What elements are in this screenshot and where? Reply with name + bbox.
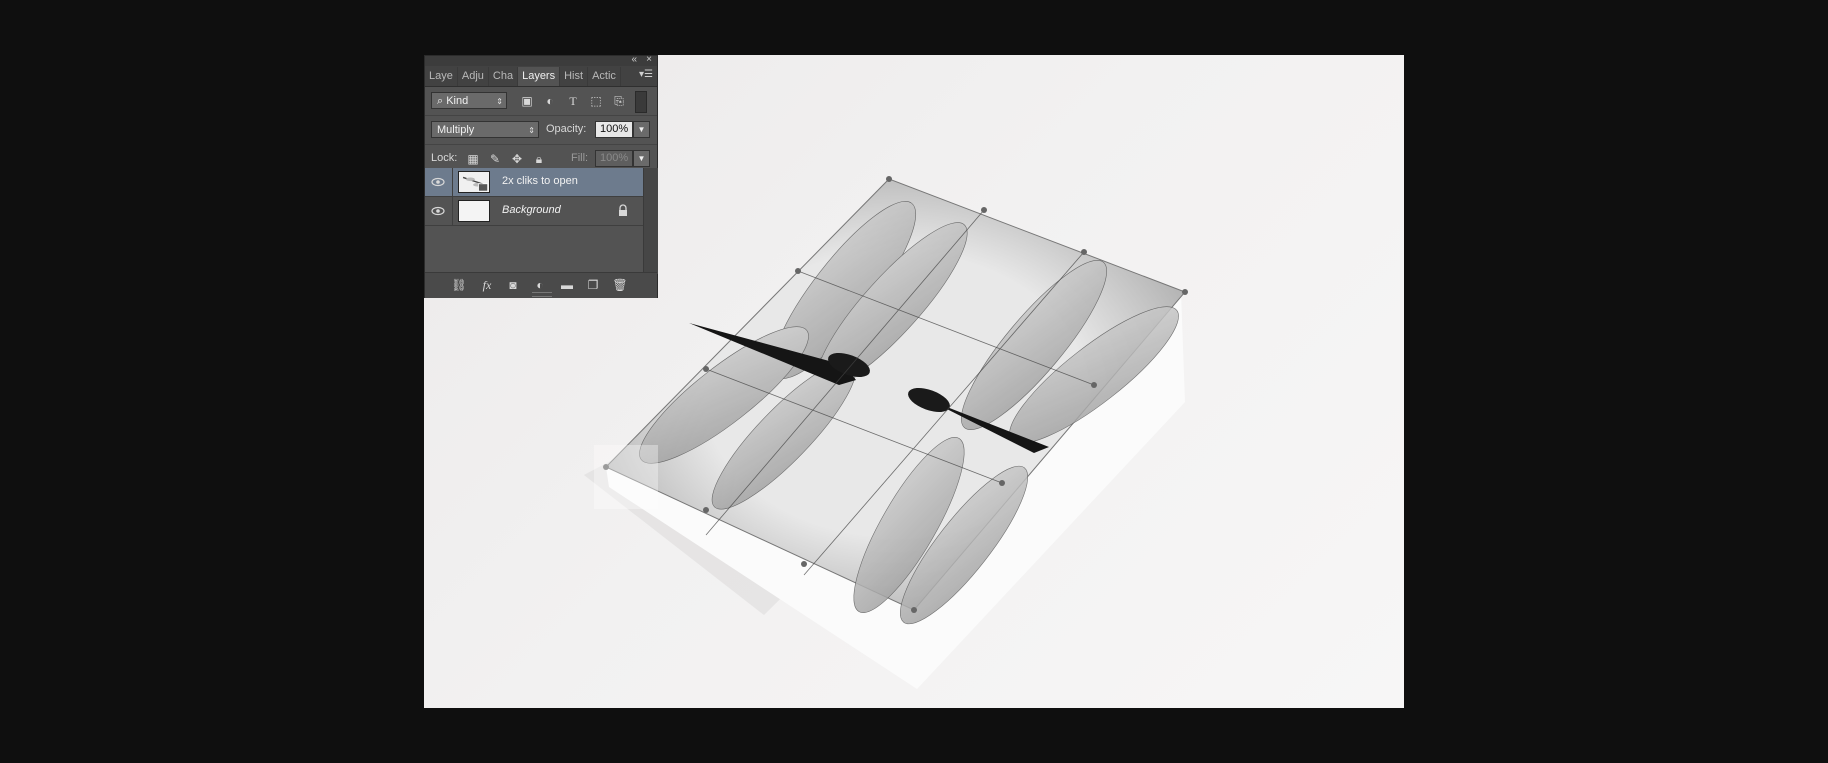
type-filter-icon[interactable]: T xyxy=(565,93,581,109)
tab-layers[interactable]: Layers xyxy=(518,67,561,86)
layers-panel: « × Laye Adju Cha Layers Hist Actic ▾☰ ⌕… xyxy=(424,54,658,298)
layer-row-smart-object[interactable]: 2x cliks to open xyxy=(425,168,643,197)
new-group-icon[interactable]: ▬ xyxy=(559,277,575,293)
new-layer-icon[interactable]: ❐ xyxy=(585,277,601,293)
lock-label: Lock: xyxy=(431,152,458,164)
blend-mode-select[interactable]: Multiply ⇕ xyxy=(431,121,539,138)
layer-list: 2x cliks to open Background xyxy=(425,168,643,274)
layer-style-fx-icon[interactable]: fx xyxy=(479,277,495,293)
panel-titlebar: « × xyxy=(425,54,657,66)
tab-adjustments[interactable]: Adju xyxy=(458,67,489,86)
tab-actions[interactable]: Actic xyxy=(588,67,621,86)
delete-layer-icon[interactable]: 🗑︎ xyxy=(612,277,628,293)
chevron-updown-icon: ⇕ xyxy=(496,97,503,106)
chevron-updown-icon: ⇕ xyxy=(528,126,535,135)
lock-position-icon[interactable]: ✥ xyxy=(509,151,525,167)
fill-label: Fill: xyxy=(571,152,589,164)
smart-object-badge-icon xyxy=(478,183,488,192)
filter-kind-label: Kind xyxy=(446,95,469,107)
opacity-field[interactable]: 100% xyxy=(595,121,633,138)
shape-filter-icon[interactable]: ⬚ xyxy=(588,93,604,109)
adjustment-filter-icon[interactable]: ◐ xyxy=(542,93,558,109)
lock-icon xyxy=(619,204,627,216)
layer-list-scrollbar[interactable] xyxy=(643,168,658,274)
close-panel-icon[interactable]: × xyxy=(646,54,652,65)
resize-grip[interactable] xyxy=(532,292,552,297)
tab-history[interactable]: Hist xyxy=(560,67,589,86)
layer-filter-row: ⌕ Kind ⇕ ▣ ◐ T ⬚ ⎘ xyxy=(425,87,657,116)
search-icon: ⌕ xyxy=(437,95,447,107)
tab-layer-comps[interactable]: Laye xyxy=(425,67,458,86)
add-mask-icon[interactable]: ◙ xyxy=(505,277,521,293)
panel-footer: ⛓ fx ◙ ◐ ▬ ❐ 🗑︎ xyxy=(425,272,657,298)
link-layers-icon[interactable]: ⛓ xyxy=(451,277,467,293)
layer-row-background[interactable]: Background xyxy=(425,197,643,226)
blend-row: Multiply ⇕ Opacity: 100% ▼ xyxy=(425,116,657,145)
fill-dropdown-button[interactable]: ▼ xyxy=(633,150,650,167)
new-adjustment-icon[interactable]: ◐ xyxy=(532,277,548,293)
panel-menu-icon[interactable]: ▾☰ xyxy=(639,69,653,80)
layer-thumbnail xyxy=(458,200,490,222)
fill-field[interactable]: 100% xyxy=(595,150,633,167)
layer-name[interactable]: 2x cliks to open xyxy=(502,175,578,187)
visibility-eye-icon[interactable] xyxy=(431,205,445,217)
opacity-label: Opacity: xyxy=(546,123,587,135)
opacity-dropdown-button[interactable]: ▼ xyxy=(633,121,650,138)
lock-transparent-pixels-icon[interactable]: ▦ xyxy=(465,151,481,167)
tab-channels[interactable]: Cha xyxy=(489,67,519,86)
visibility-eye-icon[interactable] xyxy=(431,176,445,188)
lock-all-icon[interactable]: 🔒︎ xyxy=(531,151,547,167)
image-filter-icon[interactable]: ▣ xyxy=(519,93,535,109)
collapse-icon[interactable]: « xyxy=(631,54,637,65)
panel-tabs: Laye Adju Cha Layers Hist Actic ▾☰ xyxy=(425,66,657,87)
smart-object-filter-icon[interactable]: ⎘ xyxy=(611,93,627,109)
lock-image-pixels-icon[interactable]: ✎ xyxy=(487,151,503,167)
filter-kind-select[interactable]: ⌕ Kind ⇕ xyxy=(431,92,507,109)
layer-name[interactable]: Background xyxy=(502,204,561,216)
layer-thumbnail xyxy=(458,171,490,193)
blend-mode-label: Multiply xyxy=(437,124,475,136)
filter-toggle-switch[interactable] xyxy=(635,91,647,113)
